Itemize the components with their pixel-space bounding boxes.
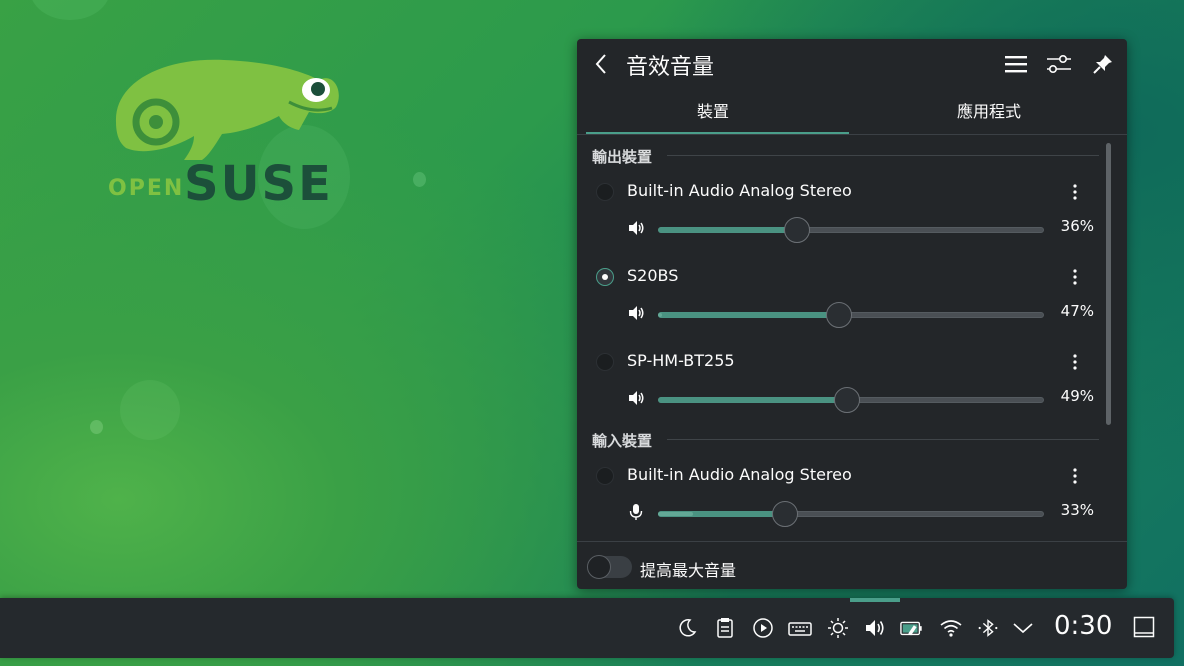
brightness-icon[interactable] bbox=[826, 616, 850, 640]
wallpaper-bokeh bbox=[413, 172, 426, 187]
audio-volume-popup: 音效音量 裝置 應用程式 輸出裝置 Built-in Audio Analog … bbox=[577, 39, 1127, 589]
tab-devices[interactable]: 裝置 bbox=[577, 91, 849, 135]
pin-button[interactable] bbox=[1090, 51, 1116, 77]
device-row: SP-HM-BT255 49% bbox=[577, 349, 1099, 429]
level-meter bbox=[658, 313, 662, 317]
section-heading-output: 輸出裝置 bbox=[592, 148, 653, 166]
volume-percent: 49% bbox=[1060, 387, 1094, 405]
clipboard-icon[interactable] bbox=[713, 616, 737, 640]
default-device-radio[interactable] bbox=[596, 467, 614, 485]
device-options-button[interactable] bbox=[1065, 465, 1085, 487]
volume-fill bbox=[658, 397, 848, 403]
configure-button[interactable] bbox=[1046, 51, 1072, 77]
bluetooth-icon[interactable] bbox=[976, 616, 1000, 640]
section-heading-input: 輸入裝置 bbox=[592, 432, 653, 450]
raise-max-volume-toggle[interactable] bbox=[587, 555, 632, 579]
popup-footer: 提高最大音量 bbox=[577, 541, 1127, 589]
volume-percent: 36% bbox=[1060, 217, 1094, 235]
volume-slider[interactable] bbox=[658, 217, 1044, 243]
scrollbar-thumb[interactable] bbox=[1106, 143, 1111, 425]
default-device-radio[interactable] bbox=[596, 353, 614, 371]
chevron-left-icon bbox=[595, 54, 606, 74]
back-button[interactable] bbox=[589, 51, 613, 77]
device-name: Built-in Audio Analog Stereo bbox=[627, 465, 852, 484]
volume-slider[interactable] bbox=[658, 302, 1044, 328]
wifi-icon[interactable] bbox=[939, 616, 963, 640]
microphone-icon[interactable] bbox=[627, 503, 645, 521]
device-list: 輸出裝置 Built-in Audio Analog Stereo 36% S2… bbox=[577, 135, 1099, 541]
section-divider bbox=[667, 155, 1099, 156]
popup-header: 音效音量 bbox=[577, 39, 1127, 89]
device-options-button[interactable] bbox=[1065, 181, 1085, 203]
device-name: S20BS bbox=[627, 266, 679, 285]
show-desktop-icon bbox=[1133, 616, 1155, 638]
device-name: SP-HM-BT255 bbox=[627, 351, 735, 370]
logo-open-text: OPEN bbox=[108, 176, 185, 201]
scrollbar[interactable] bbox=[1104, 143, 1114, 535]
taskbar: 0:30 bbox=[0, 598, 1174, 658]
default-device-radio[interactable] bbox=[596, 183, 614, 201]
device-options-button[interactable] bbox=[1065, 266, 1085, 288]
volume-slider-handle[interactable] bbox=[826, 302, 853, 328]
volume-slider[interactable] bbox=[658, 387, 1044, 413]
media-player-icon[interactable] bbox=[751, 616, 775, 640]
raise-max-volume-label[interactable]: 提高最大音量 bbox=[640, 557, 736, 581]
device-row: Built-in Audio Analog Stereo 36% bbox=[577, 179, 1099, 259]
tab-bar: 裝置 應用程式 bbox=[577, 91, 1127, 135]
volume-slider[interactable] bbox=[658, 501, 1044, 527]
volume-slider-handle[interactable] bbox=[783, 217, 810, 243]
speaker-icon[interactable] bbox=[627, 304, 645, 322]
battery-icon[interactable] bbox=[900, 616, 924, 640]
active-tray-indicator bbox=[850, 598, 900, 602]
keyboard-icon[interactable] bbox=[788, 616, 812, 640]
kebab-menu-icon bbox=[1073, 354, 1077, 370]
volume-icon[interactable] bbox=[863, 616, 887, 640]
pin-icon bbox=[1093, 55, 1112, 74]
tab-applications[interactable]: 應用程式 bbox=[853, 91, 1125, 135]
volume-percent: 33% bbox=[1060, 501, 1094, 519]
kebab-menu-icon bbox=[1073, 269, 1077, 285]
wallpaper-bokeh bbox=[120, 380, 180, 440]
device-row: Built-in Audio Analog Stereo 33% bbox=[577, 463, 1099, 541]
speaker-icon[interactable] bbox=[627, 219, 645, 237]
menu-button[interactable] bbox=[1003, 51, 1029, 77]
wallpaper-bokeh bbox=[30, 0, 110, 20]
volume-fill bbox=[658, 227, 797, 233]
logo-suse-text: SUSE bbox=[184, 156, 333, 212]
section-divider bbox=[667, 439, 1099, 440]
expand-tray-icon[interactable] bbox=[1011, 616, 1035, 640]
volume-percent: 47% bbox=[1060, 302, 1094, 320]
kebab-menu-icon bbox=[1073, 468, 1077, 484]
toggle-knob bbox=[587, 555, 611, 579]
default-device-radio[interactable] bbox=[596, 268, 614, 286]
volume-fill bbox=[658, 312, 840, 318]
kebab-menu-icon bbox=[1073, 184, 1077, 200]
level-meter bbox=[658, 512, 693, 516]
device-name: Built-in Audio Analog Stereo bbox=[627, 181, 852, 200]
show-desktop-button[interactable] bbox=[1133, 616, 1155, 638]
popup-title: 音效音量 bbox=[626, 55, 715, 80]
wallpaper-bokeh bbox=[90, 420, 103, 434]
night-mode-icon[interactable] bbox=[675, 616, 699, 640]
clock[interactable]: 0:30 bbox=[1054, 611, 1112, 641]
volume-slider-handle[interactable] bbox=[772, 501, 799, 527]
sliders-icon bbox=[1047, 54, 1071, 74]
volume-slider-handle[interactable] bbox=[834, 387, 861, 413]
speaker-icon[interactable] bbox=[627, 389, 645, 407]
hamburger-menu-icon bbox=[1005, 56, 1027, 73]
device-row: S20BS 47% bbox=[577, 264, 1099, 344]
device-options-button[interactable] bbox=[1065, 351, 1085, 373]
